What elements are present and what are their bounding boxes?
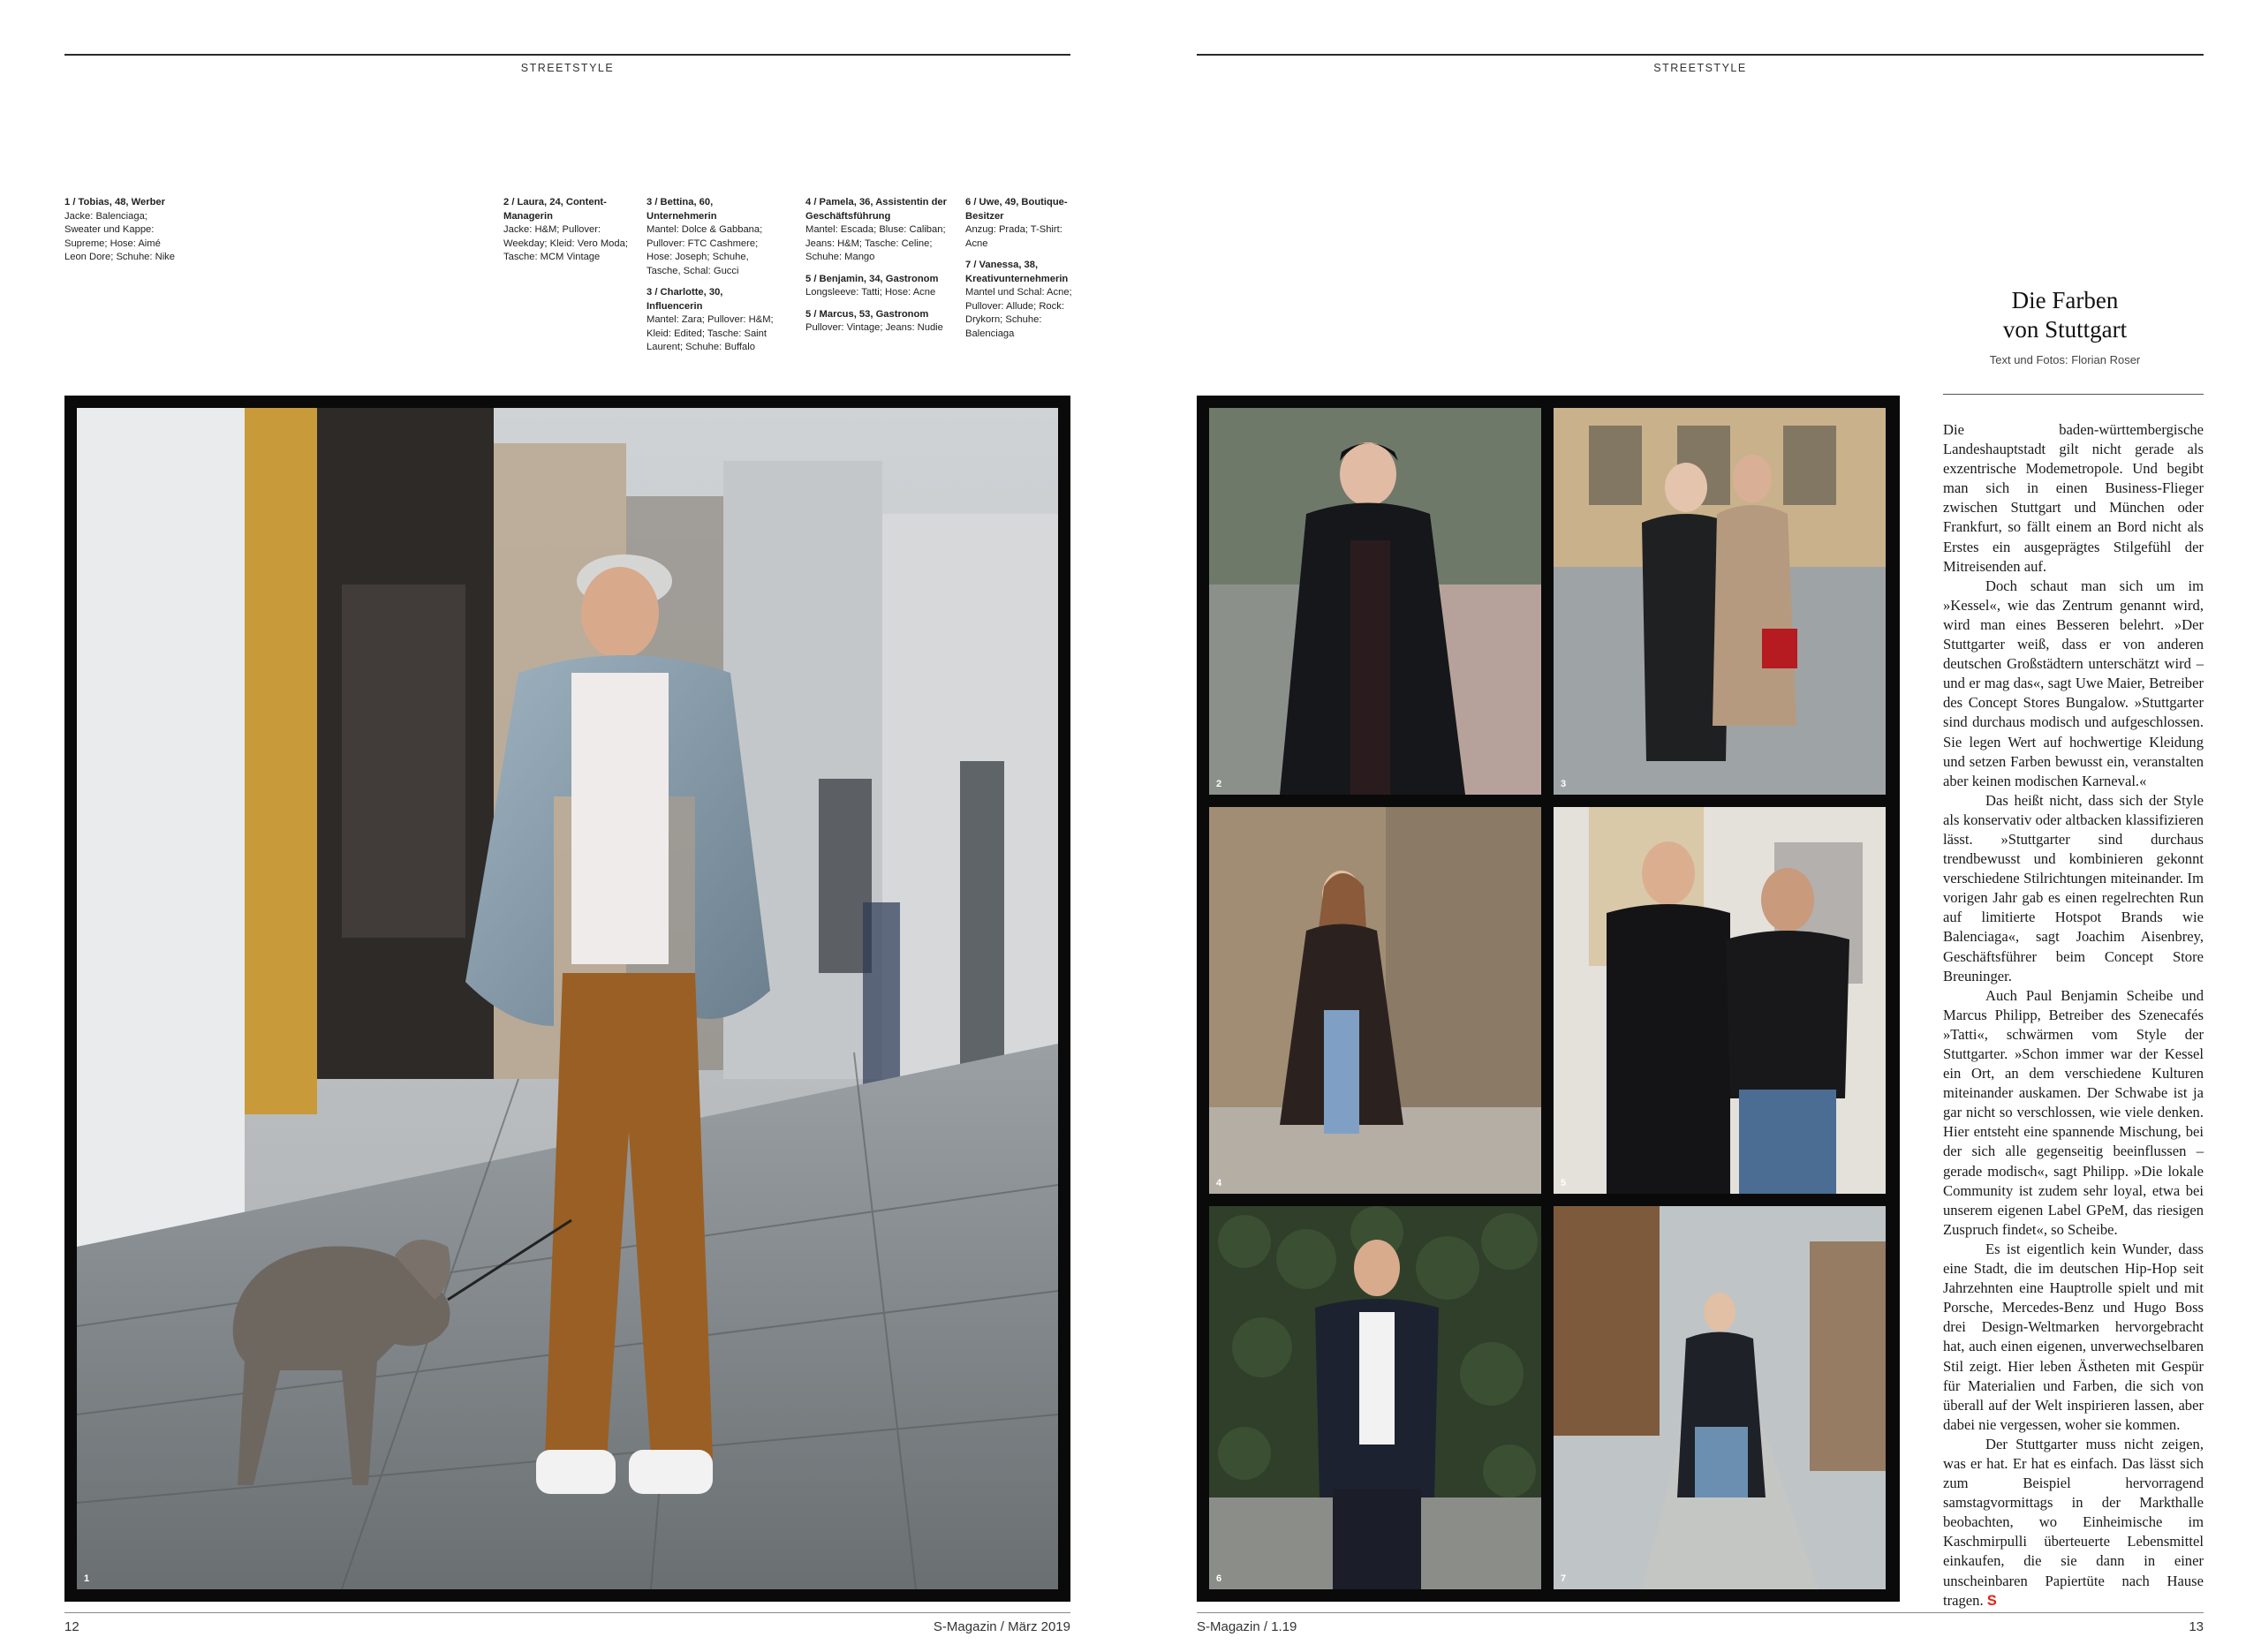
credit-desc: Mantel: Zara; Pullover: H&M; Kleid: Edit…: [647, 314, 774, 352]
right-page: STREETSTYLE 2 3 4 5 6 7 Die Farben von S…: [1130, 0, 2261, 1652]
bottom-rule: [64, 1612, 1070, 1613]
credits-column-4: 4 / Pamela, 36, Assistentin der Geschäft…: [805, 196, 951, 343]
credit-name: 3 / Bettina, 60, Unternehmerin: [647, 197, 717, 222]
photo-uwe: 6: [1209, 1206, 1541, 1589]
left-page: STREETSTYLE 1 / Tobias, 48, Werber Jacke…: [0, 0, 1130, 1652]
body-paragraph: Das heißt nicht, dass sich der Style als…: [1943, 791, 2204, 984]
section-label: STREETSTYLE: [1653, 62, 1747, 74]
credit-desc: Longsleeve: Tatti; Hose: Acne: [805, 287, 936, 298]
title-rule: [1943, 394, 2204, 395]
top-rule: [64, 54, 1070, 56]
body-paragraph: Doch schaut man sich um im »Kessel«, wie…: [1943, 577, 2204, 789]
credit-entry: 6 / Uwe, 49, Boutique-Besitzer Anzug: Pr…: [965, 196, 1080, 251]
main-street-photo: 1: [77, 408, 1058, 1589]
credit-desc: Jacke: Balenciaga; Sweater und Kappe: Su…: [64, 210, 176, 263]
article-title-line-1: Die Farben: [2011, 287, 2119, 313]
photo-number: 7: [1561, 1573, 1567, 1584]
top-rule: [1197, 54, 2204, 56]
photo-pamela: 4: [1209, 807, 1541, 1194]
section-label: STREETSTYLE: [520, 62, 615, 74]
bottom-rule: [1197, 1612, 2204, 1613]
credit-name: 4 / Pamela, 36, Assistentin der Geschäft…: [805, 197, 948, 222]
photo-laura: 2: [1209, 408, 1541, 795]
portrait-illustration: [1209, 1206, 1541, 1589]
credits-column-5: 6 / Uwe, 49, Boutique-Besitzer Anzug: Pr…: [965, 196, 1080, 349]
photo-grid-frame: 2 3 4 5 6 7: [1197, 396, 1900, 1602]
credit-entry: 2 / Laura, 24, Content-Managerin Jacke: …: [503, 196, 636, 265]
credit-name: 3 / Charlotte, 30, Influencerin: [647, 287, 723, 312]
credits-column-1: 1 / Tobias, 48, Werber Jacke: Balenciaga…: [64, 196, 179, 273]
photo-number: 1: [84, 1573, 90, 1584]
page-number: 12: [64, 1619, 79, 1634]
photo-benjamin-marcus: 5: [1554, 807, 1886, 1194]
portrait-illustration: [1554, 408, 1886, 795]
credits-column-3: 3 / Bettina, 60, Unternehmerin Mantel: D…: [647, 196, 779, 363]
photo-number: 6: [1216, 1573, 1222, 1584]
photo-number: 4: [1216, 1178, 1222, 1188]
photo-number: 2: [1216, 779, 1222, 789]
portrait-illustration: [1209, 408, 1541, 795]
credit-name: 7 / Vanessa, 38, Kreativunternehmerin: [965, 260, 1069, 284]
end-mark: S: [1986, 1591, 1997, 1609]
body-paragraph: Der Stuttgarter muss nicht zeigen, was e…: [1943, 1435, 2204, 1609]
article-title-line-2: von Stuttgart: [2002, 316, 2128, 343]
article-title: Die Farben von Stuttgart: [1926, 286, 2204, 344]
portrait-illustration: [1554, 807, 1886, 1194]
portrait-illustration: [1554, 1206, 1886, 1589]
credit-entry: 1 / Tobias, 48, Werber Jacke: Balenciaga…: [64, 196, 179, 265]
credit-entry: 3 / Charlotte, 30, Influencerin Mantel: …: [647, 286, 779, 355]
credit-entry: 7 / Vanessa, 38, Kreativunternehmerin Ma…: [965, 259, 1080, 341]
credit-desc: Pullover: Vintage; Jeans: Nudie: [805, 322, 943, 333]
credit-desc: Mantel: Dolce & Gabbana; Pullover: FTC C…: [647, 224, 763, 276]
footer-title: S-Magazin / März 2019: [933, 1619, 1070, 1634]
credit-name: 5 / Marcus, 53, Gastronom: [805, 308, 929, 320]
credit-name: 1 / Tobias, 48, Werber: [64, 197, 165, 207]
credit-name: 5 / Benjamin, 34, Gastronom: [805, 273, 939, 284]
credit-desc: Mantel: Escada; Bluse: Caliban; Jeans: H…: [805, 224, 946, 262]
credit-desc: Anzug: Prada; T-Shirt: Acne: [965, 224, 1062, 249]
body-paragraph: Auch Paul Benjamin Scheibe und Marcus Ph…: [1943, 986, 2204, 1238]
credit-entry: 5 / Marcus, 53, Gastronom Pullover: Vint…: [805, 308, 951, 336]
main-photo-frame: 1: [64, 396, 1070, 1602]
body-paragraph-last: Der Stuttgarter muss nicht zeigen, was e…: [1943, 1435, 2204, 1611]
street-scene-illustration: [77, 408, 1058, 1589]
credit-name: 2 / Laura, 24, Content-Managerin: [503, 197, 607, 222]
credit-entry: 4 / Pamela, 36, Assistentin der Geschäft…: [805, 196, 951, 265]
photo-bettina-charlotte: 3: [1554, 408, 1886, 795]
credit-entry: 3 / Bettina, 60, Unternehmerin Mantel: D…: [647, 196, 779, 278]
credit-desc: Mantel und Schal: Acne; Pullover: Allude…: [965, 287, 1072, 339]
credit-desc: Jacke: H&M; Pullover: Weekday; Kleid: Ve…: [503, 224, 628, 262]
photo-number: 5: [1561, 1178, 1567, 1188]
byline: Text und Fotos: Florian Roser: [1989, 353, 2141, 366]
body-paragraph: Die baden-württembergische Landeshauptst…: [1943, 421, 2204, 575]
body-paragraph: Es ist eigentlich kein Wunder, dass eine…: [1943, 1240, 2204, 1433]
credit-entry: 5 / Benjamin, 34, Gastronom Longsleeve: …: [805, 273, 951, 300]
credits-column-2: 2 / Laura, 24, Content-Managerin Jacke: …: [503, 196, 636, 273]
footer-title: S-Magazin / 1.19: [1197, 1619, 1297, 1634]
credit-name: 6 / Uwe, 49, Boutique-Besitzer: [965, 197, 1068, 222]
photo-number: 3: [1561, 779, 1567, 789]
article-body: Die baden-württembergische Landeshauptst…: [1943, 420, 2204, 1611]
page-number: 13: [2189, 1619, 2204, 1634]
photo-vanessa: 7: [1554, 1206, 1886, 1589]
portrait-illustration: [1209, 807, 1541, 1194]
